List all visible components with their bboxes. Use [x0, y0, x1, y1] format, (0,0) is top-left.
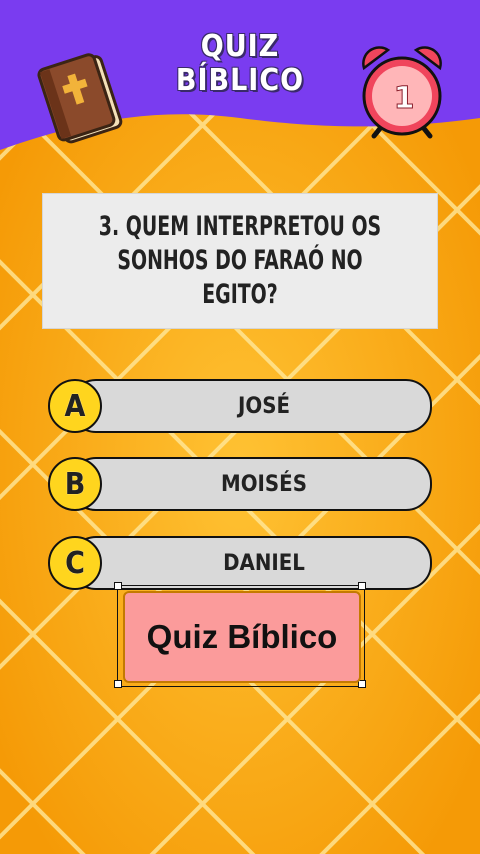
- answer-option-b[interactable]: B MOISÉS: [48, 457, 432, 511]
- text-sticker[interactable]: Quiz Bíblico: [123, 591, 361, 683]
- question-card: 3. QUEM INTERPRETOU OS SONHOS DO FARAÓ N…: [42, 193, 438, 329]
- title-line-2: BÍBLICO: [175, 63, 305, 98]
- answer-letter-b: B: [48, 457, 102, 511]
- answer-label-b: MOISÉS: [221, 471, 307, 497]
- answer-label-a: JOSÉ: [238, 393, 290, 419]
- answer-letter-a: A: [48, 379, 102, 433]
- answer-label-c: DANIEL: [223, 550, 305, 576]
- answer-letter-c: C: [48, 536, 102, 590]
- alarm-clock-icon: 1: [362, 46, 442, 139]
- title-line-1: QUIZ: [200, 29, 280, 64]
- timer-value: 1: [394, 81, 415, 116]
- question-text: 3. QUEM INTERPRETOU OS SONHOS DO FARAÓ N…: [98, 211, 382, 310]
- answer-option-c[interactable]: C DANIEL: [48, 536, 432, 590]
- app-title: QUIZ BÍBLICO: [150, 30, 330, 98]
- resize-handle-bottom-left[interactable]: [114, 680, 122, 688]
- bible-icon: [37, 53, 123, 144]
- resize-handle-top-left[interactable]: [114, 582, 122, 590]
- resize-handle-top-right[interactable]: [358, 582, 366, 590]
- answer-option-a[interactable]: A JOSÉ: [48, 379, 432, 433]
